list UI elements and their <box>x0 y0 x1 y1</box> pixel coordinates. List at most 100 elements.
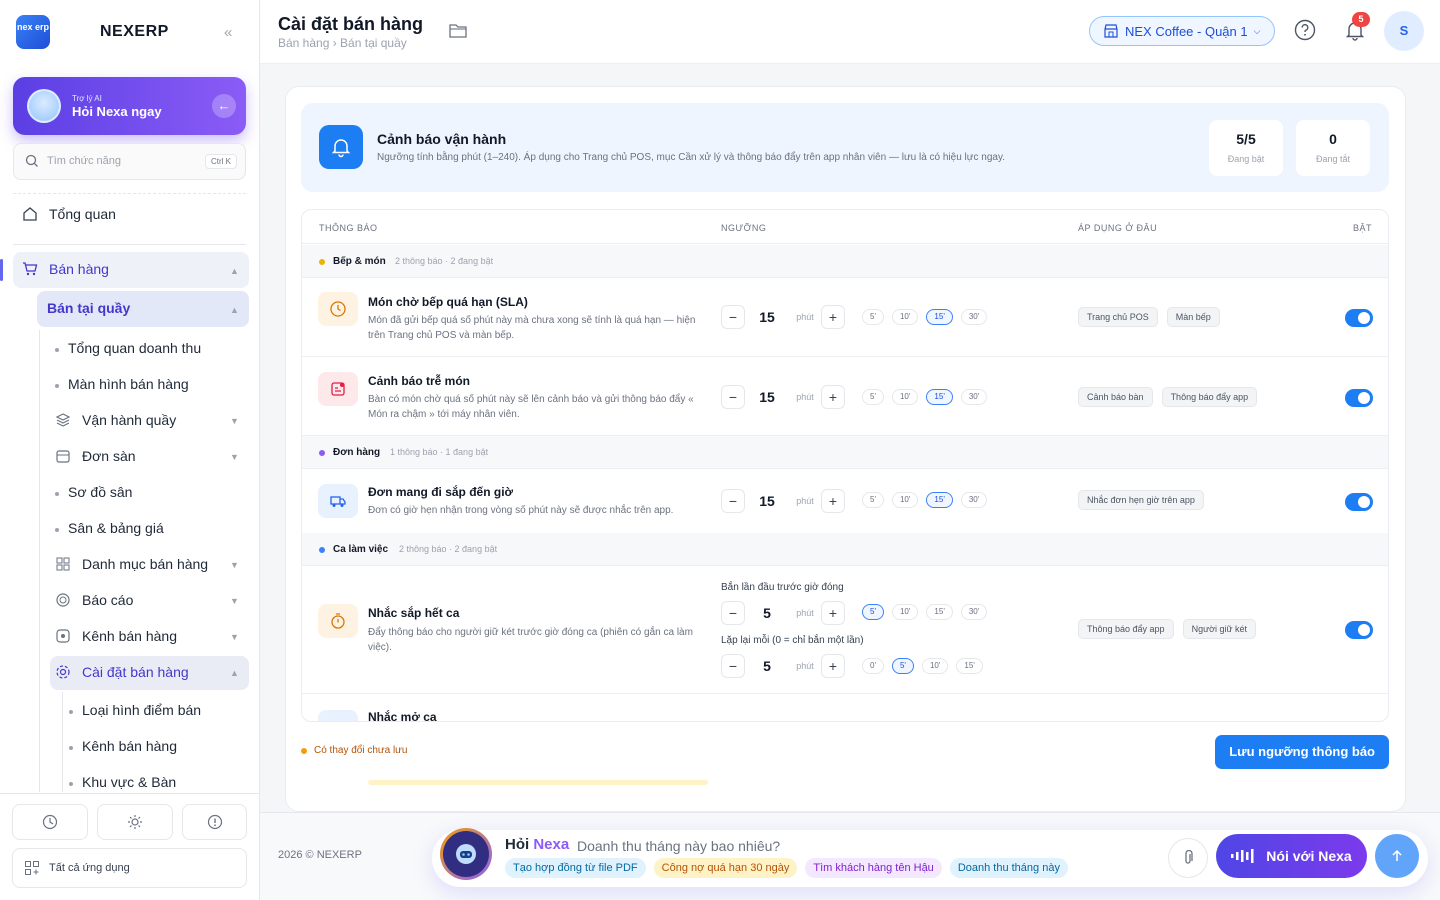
preset-chip[interactable]: 30' <box>960 389 988 405</box>
all-apps-label: Tất cả ứng dụng <box>49 862 130 874</box>
ask-input[interactable]: Doanh thu tháng này bao nhiêu? <box>577 838 780 854</box>
group-shifts: Ca làm việc 2 thông báo · 2 đang bật <box>302 533 1388 566</box>
search-icon <box>25 154 38 167</box>
chevron-down-icon[interactable]: ▼ <box>230 596 249 606</box>
preset-chip[interactable]: 5' <box>862 389 884 405</box>
threshold-stepper[interactable]: − 15 phút + <box>721 305 845 329</box>
nav-overview[interactable]: Tổng quan <box>22 206 116 222</box>
function-search[interactable]: Tìm chức năng Ctrl K <box>13 143 246 180</box>
all-apps-button[interactable]: Tất cả ứng dụng <box>12 848 247 888</box>
decrement-button[interactable]: − <box>721 305 745 329</box>
attach-button[interactable] <box>1168 838 1208 878</box>
suggestion-chip[interactable]: Công nợ quá hạn 30 ngày <box>653 858 798 878</box>
preset-chip[interactable]: 5' <box>862 309 884 325</box>
repeat-value[interactable]: 5 <box>745 658 789 674</box>
collapse-sidebar-icon[interactable]: « <box>224 24 232 41</box>
col-enabled: BẬT <box>1353 223 1373 233</box>
increment-button[interactable]: + <box>821 385 845 409</box>
increment-button[interactable]: + <box>821 601 845 625</box>
nav-sales-channels[interactable]: Kênh bán hàng <box>69 738 177 754</box>
chevron-down-icon[interactable]: ▼ <box>230 452 249 462</box>
first-fire-stepper[interactable]: − 5 phút + <box>721 601 845 625</box>
theme-button[interactable] <box>97 804 173 840</box>
nav-settings[interactable]: Cài đặt bán hàng <box>55 664 189 680</box>
preset-chip-selected[interactable]: 15' <box>926 389 953 405</box>
preset-chip[interactable]: 10' <box>921 658 949 674</box>
save-thresholds-button[interactable]: Lưu ngưỡng thông báo <box>1215 735 1389 769</box>
user-avatar[interactable]: S <box>1384 11 1424 51</box>
chevron-down-icon[interactable]: ▼ <box>230 416 249 426</box>
decrement-button[interactable]: − <box>721 489 745 513</box>
threshold-stepper[interactable]: − 15 phút + <box>721 489 845 513</box>
chevron-down-icon[interactable]: ▼ <box>230 560 249 570</box>
nav-catalog[interactable]: Danh mục bán hàng <box>55 556 208 572</box>
increment-button[interactable]: + <box>821 489 845 513</box>
preset-chip[interactable]: 10' <box>891 389 919 405</box>
decrement-button[interactable]: − <box>721 385 745 409</box>
suggestion-chip[interactable]: Tạo hợp đồng từ file PDF <box>505 858 646 878</box>
nav-revenue[interactable]: Tổng quan doanh thu <box>54 340 201 356</box>
nav-floor-map[interactable]: Sơ đồ sân <box>54 484 132 500</box>
nav-floor-orders[interactable]: Đơn sàn <box>55 448 136 464</box>
suggestion-chip[interactable]: Tìm khách hàng tên Hậu <box>805 858 942 878</box>
alert-button[interactable] <box>182 804 247 840</box>
nav-pricing[interactable]: Sân & bảng giá <box>55 520 164 536</box>
preset-chip[interactable]: 30' <box>960 492 988 508</box>
repeat-stepper[interactable]: − 5 phút + <box>721 654 845 678</box>
preset-chip[interactable]: 30' <box>960 604 988 620</box>
nav-areas[interactable]: Khu vực & Bàn <box>68 774 176 790</box>
nav-pos-types[interactable]: Loại hình điểm bán <box>68 702 201 718</box>
preset-chip[interactable]: 10' <box>891 309 919 325</box>
threshold-value[interactable]: 15 <box>745 309 789 325</box>
nav-channels[interactable]: Kênh bán hàng <box>55 628 177 644</box>
decrement-button[interactable]: − <box>721 654 745 678</box>
help-icon[interactable] <box>1294 19 1316 41</box>
threshold-value[interactable]: 5 <box>745 605 789 621</box>
increment-button[interactable]: + <box>821 305 845 329</box>
threshold-value[interactable]: 15 <box>745 493 789 509</box>
decrement-button[interactable]: − <box>721 601 745 625</box>
preset-chip[interactable]: 15' <box>926 604 953 620</box>
arrow-left-icon[interactable]: ← <box>212 94 236 118</box>
ask-title: Hỏi Nexa <box>505 836 569 853</box>
nav-reports[interactable]: Báo cáo <box>55 592 133 608</box>
threshold-stepper[interactable]: − 15 phút + <box>721 385 845 409</box>
preset-chip[interactable]: 15' <box>956 658 983 674</box>
preset-chip[interactable]: 5' <box>862 492 884 508</box>
preset-chip-selected[interactable]: 15' <box>926 309 953 325</box>
preset-chip-selected[interactable]: 5' <box>891 658 914 674</box>
preset-chip[interactable]: 30' <box>960 309 988 325</box>
search-input[interactable]: Tìm chức năng <box>47 155 121 167</box>
unit-label: phút <box>796 608 814 618</box>
folder-icon[interactable] <box>448 22 468 40</box>
preset-chip[interactable]: 0' <box>862 658 884 674</box>
preset-chip[interactable]: 10' <box>891 604 919 620</box>
ai-assistant-card[interactable]: Trợ lý AI Hỏi Nexa ngay ← <box>13 77 246 135</box>
talk-to-nexa-button[interactable]: Nói với Nexa <box>1216 834 1367 878</box>
chevron-up-icon[interactable]: ▲ <box>230 668 249 678</box>
send-button[interactable] <box>1375 834 1419 878</box>
enable-toggle[interactable] <box>1345 621 1373 639</box>
ai-card-title: Hỏi Nexa ngay <box>72 104 162 119</box>
nav-sales[interactable]: Bán hàng <box>22 261 109 277</box>
nav-counter[interactable]: Bán tại quầy <box>47 300 130 316</box>
enable-toggle[interactable] <box>1345 389 1373 407</box>
row-description: Đẩy thông báo cho người giữ két trước gi… <box>368 627 693 653</box>
nav-ops[interactable]: Vận hành quầy <box>55 412 176 428</box>
chevron-up-icon[interactable]: ▲ <box>230 305 249 315</box>
enable-toggle[interactable] <box>1345 309 1373 327</box>
threshold-value[interactable]: 15 <box>745 389 789 405</box>
store-selector[interactable]: NEX Coffee - Quận 1 ⌵ <box>1089 16 1275 46</box>
chevron-down-icon[interactable]: ▼ <box>230 632 249 642</box>
notification-table: THÔNG BÁO NGƯỠNG ÁP DỤNG Ở ĐÂU BẬT Bếp &… <box>301 209 1389 722</box>
breadcrumb[interactable]: Bán hàng › Bán tại quầy <box>278 36 407 50</box>
nav-pos-screen[interactable]: Màn hình bán hàng <box>55 376 189 392</box>
history-button[interactable] <box>12 804 88 840</box>
preset-chip-selected[interactable]: 15' <box>926 492 953 508</box>
chevron-up-icon[interactable]: ▲ <box>230 266 249 276</box>
enable-toggle[interactable] <box>1345 493 1373 511</box>
preset-chip-selected[interactable]: 5' <box>862 604 884 620</box>
increment-button[interactable]: + <box>821 654 845 678</box>
suggestion-chip[interactable]: Doanh thu tháng này <box>949 858 1068 878</box>
preset-chip[interactable]: 10' <box>891 492 919 508</box>
